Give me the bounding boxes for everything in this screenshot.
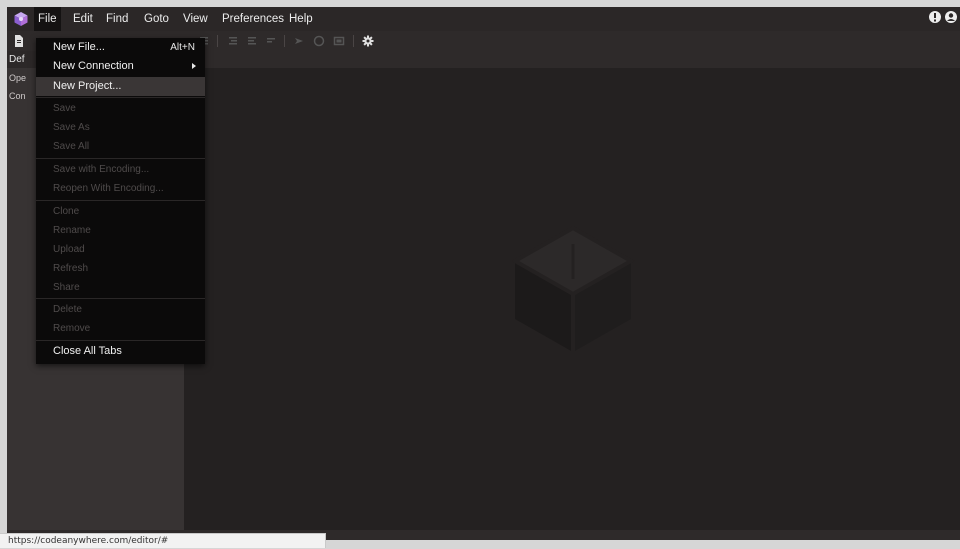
- notification-icon[interactable]: [928, 10, 942, 24]
- menu-separator: [36, 97, 205, 98]
- indent-icon[interactable]: [226, 34, 240, 48]
- file-menu-dropdown: New File... Alt+N New Connection New Pro…: [36, 38, 205, 364]
- run-icon[interactable]: [292, 34, 306, 48]
- status-url-tooltip: https://codeanywhere.com/editor/#: [0, 533, 326, 548]
- menu-item-share[interactable]: Share: [36, 278, 205, 297]
- menu-edit[interactable]: Edit: [69, 7, 97, 31]
- stop-icon[interactable]: [312, 34, 326, 48]
- tab-strip: [184, 51, 960, 68]
- toolbar-separator: [353, 35, 354, 47]
- menu-file[interactable]: File: [34, 7, 61, 31]
- menu-find[interactable]: Find: [102, 7, 132, 31]
- menu-item-reopen-with-encoding[interactable]: Reopen With Encoding...: [36, 179, 205, 198]
- codeanywhere-logo-icon[interactable]: [13, 11, 29, 27]
- menu-item-save-with-encoding[interactable]: Save with Encoding...: [36, 160, 205, 179]
- menu-separator: [36, 340, 205, 341]
- submenu-arrow-icon: [192, 63, 196, 69]
- settings-gear-icon[interactable]: [361, 34, 375, 48]
- menu-item-new-connection[interactable]: New Connection: [36, 57, 205, 76]
- menu-item-close-all-tabs[interactable]: Close All Tabs: [36, 342, 205, 361]
- menu-item-new-file[interactable]: New File... Alt+N: [36, 38, 205, 57]
- menu-item-save[interactable]: Save: [36, 99, 205, 118]
- menu-preferences[interactable]: Preferences: [218, 7, 288, 31]
- app-window: File Edit Find Goto View Preferences Hel…: [7, 7, 960, 540]
- menu-item-new-project[interactable]: New Project...: [36, 77, 205, 96]
- menu-item-label: New File...: [53, 41, 105, 53]
- toolbar-separator: [217, 35, 218, 47]
- new-file-icon[interactable]: [12, 34, 26, 48]
- menu-item-refresh[interactable]: Refresh: [36, 259, 205, 278]
- user-account-icon[interactable]: [944, 10, 958, 24]
- preview-icon[interactable]: [332, 34, 346, 48]
- menu-item-remove[interactable]: Remove: [36, 319, 205, 338]
- menu-item-label: New Project...: [53, 80, 122, 92]
- menu-item-delete[interactable]: Delete: [36, 300, 205, 319]
- menu-goto[interactable]: Goto: [140, 7, 173, 31]
- menu-item-save-as[interactable]: Save As: [36, 118, 205, 137]
- menubar: File Edit Find Goto View Preferences Hel…: [7, 7, 960, 31]
- menu-help[interactable]: Help: [285, 7, 317, 31]
- menu-item-save-all[interactable]: Save All: [36, 137, 205, 156]
- shortcut-label: Alt+N: [170, 42, 195, 53]
- menu-item-label: New Connection: [53, 60, 134, 72]
- menu-separator: [36, 298, 205, 299]
- toolbar-separator: [284, 35, 285, 47]
- editor-area[interactable]: [184, 68, 960, 530]
- outdent-icon[interactable]: [245, 34, 259, 48]
- menu-view[interactable]: View: [179, 7, 212, 31]
- menu-item-rename[interactable]: Rename: [36, 221, 205, 240]
- cube-watermark-icon: [510, 225, 636, 352]
- format-icon[interactable]: [264, 34, 278, 48]
- menu-separator: [36, 158, 205, 159]
- menu-item-upload[interactable]: Upload: [36, 240, 205, 259]
- menu-item-clone[interactable]: Clone: [36, 202, 205, 221]
- menu-separator: [36, 200, 205, 201]
